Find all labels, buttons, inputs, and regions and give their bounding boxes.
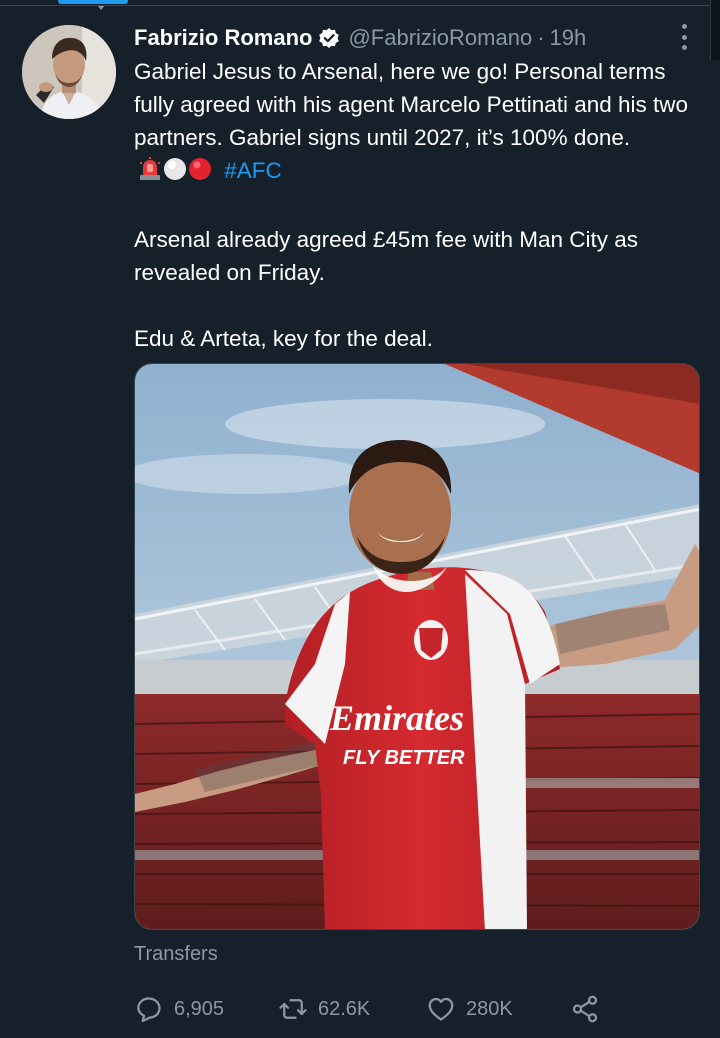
avatar[interactable] — [22, 25, 116, 119]
retweet-button[interactable]: 62.6K — [278, 988, 370, 1030]
share-button[interactable] — [570, 988, 600, 1030]
tweet-header: Fabrizio Romano @FabrizioRomano · 19h — [134, 22, 586, 54]
tweet-paragraph: Gabriel Jesus to Arsenal, here we go! Pe… — [134, 55, 704, 190]
timestamp[interactable]: 19h — [550, 25, 587, 51]
white-circle-emoji-icon — [163, 157, 187, 190]
tweet-paragraph: Edu & Arteta, key for the deal. — [134, 326, 433, 351]
like-count: 280K — [466, 997, 513, 1020]
heart-icon — [426, 994, 456, 1024]
reply-button[interactable]: 6,905 — [134, 988, 224, 1030]
retweet-count: 62.6K — [318, 997, 371, 1020]
red-circle-emoji-icon — [188, 157, 212, 190]
tweet-image[interactable]: Emirates FLY BETTER — [134, 363, 700, 930]
divider — [0, 5, 720, 6]
verified-badge-icon — [318, 27, 340, 49]
shirt-sponsor-tagline: FLY BETTER — [343, 747, 465, 769]
reply-count: 6,905 — [174, 997, 225, 1020]
more-options-icon[interactable] — [676, 24, 692, 50]
tweet-actions: 6,905 62.6K 280K — [134, 988, 614, 1030]
display-name[interactable]: Fabrizio Romano — [134, 25, 312, 51]
emoji-group — [138, 157, 212, 190]
separator-dot: · — [537, 25, 545, 50]
like-button[interactable]: 280K — [426, 988, 513, 1030]
active-tab-indicator — [58, 0, 128, 4]
tweet-body-text: Gabriel Jesus to Arsenal, here we go! Pe… — [134, 59, 689, 150]
user-handle[interactable]: @FabrizioRomano — [348, 25, 532, 51]
tweet-text: Gabriel Jesus to Arsenal, here we go! Pe… — [134, 55, 704, 355]
retweet-icon — [278, 994, 308, 1024]
scroll-edge — [710, 0, 720, 60]
siren-emoji-icon — [138, 157, 162, 190]
tweet-paragraph: Arsenal already agreed £45m fee with Man… — [134, 227, 639, 285]
shirt-sponsor-text: Emirates — [329, 698, 464, 738]
share-icon — [570, 994, 600, 1024]
reply-icon — [134, 994, 164, 1024]
hashtag-link[interactable]: #AFC — [224, 158, 282, 183]
topic-label[interactable]: Transfers — [134, 943, 218, 966]
